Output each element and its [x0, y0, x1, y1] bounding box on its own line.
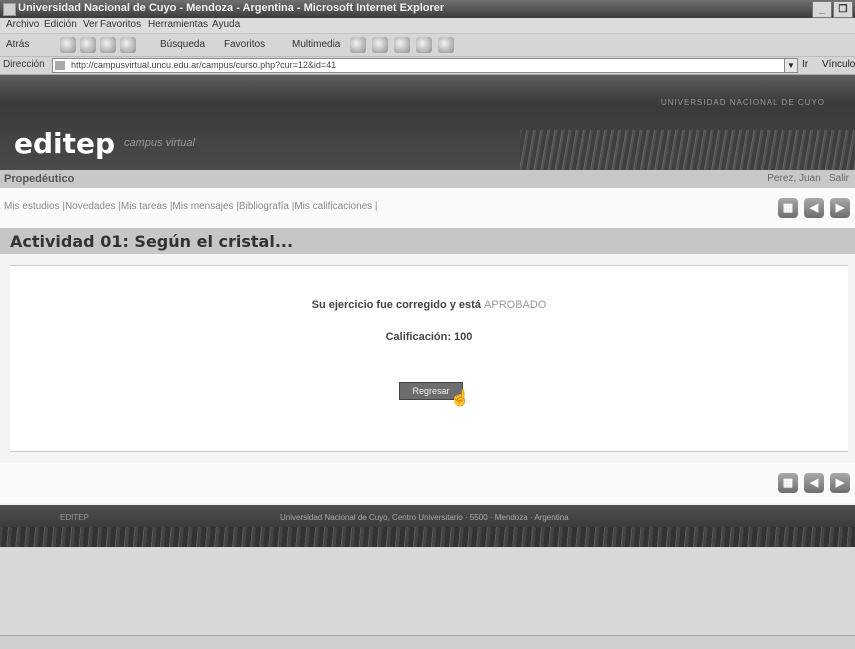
forward-icon[interactable] — [60, 37, 76, 53]
bottom-nav: ▦ ◀ ▶ — [0, 463, 855, 503]
status-badge: APROBADO — [484, 299, 547, 311]
prev-icon-bottom[interactable]: ◀ — [804, 473, 824, 493]
status-bar — [0, 635, 855, 649]
multimedia-button[interactable]: Multimedia — [292, 37, 340, 53]
hand-cursor-icon: ☝ — [450, 390, 470, 407]
score-text: Calificación: 100 — [385, 331, 473, 343]
search-button[interactable]: Búsqueda — [160, 37, 205, 53]
course-nav: Mis estudios |Novedades |Mis tareas |Mis… — [0, 188, 855, 229]
footer-address: Universidad Nacional de Cuyo, Centro Uni… — [280, 513, 569, 522]
menu-edicion[interactable]: Edición — [44, 19, 77, 30]
home-icon[interactable] — [120, 37, 136, 53]
activity-header: Actividad 01: Según el cristal... — [0, 228, 855, 254]
site-subtitle: campus virtual — [124, 137, 195, 149]
address-bar: Dirección http://campusvirtual.uncu.edu.… — [0, 57, 855, 75]
page-background — [0, 547, 855, 635]
site-footer: EDITEP Universidad Nacional de Cuyo, Cen… — [0, 505, 855, 547]
ie-icon — [3, 3, 16, 16]
refresh-icon[interactable] — [100, 37, 116, 53]
menu-favoritos[interactable]: Favoritos — [100, 19, 141, 30]
result-text: Su ejercicio fue corregido y está — [311, 299, 481, 311]
restore-button[interactable]: ❐ — [833, 1, 853, 18]
address-url: http://campusvirtual.uncu.edu.ar/campus/… — [71, 60, 337, 70]
address-dropdown-icon[interactable]: ▼ — [784, 58, 798, 73]
discuss-icon[interactable] — [438, 37, 454, 53]
favorites-button[interactable]: Favoritos — [224, 37, 265, 53]
user-info: Perez, Juan Salir — [767, 173, 849, 184]
menu-ver[interactable]: Ver — [83, 19, 98, 30]
result-panel: Su ejercicio fue corregido y está APROBA… — [10, 265, 848, 452]
index-icon-bottom[interactable]: ▦ — [778, 473, 798, 493]
history-icon[interactable] — [350, 37, 366, 53]
university-name: UNIVERSIDAD NACIONAL DE CUYO — [660, 98, 825, 107]
result-message: Su ejercicio fue corregido y está APROBA… — [10, 299, 848, 311]
index-icon[interactable]: ▦ — [778, 198, 798, 218]
web-page: UNIVERSIDAD NACIONAL DE CUYO editep camp… — [0, 75, 855, 635]
user-name: Perez, Juan — [767, 173, 821, 184]
activity-title: Actividad 01: Según el cristal... — [10, 232, 294, 251]
menu-archivo[interactable]: Archivo — [6, 19, 39, 30]
menu-herramientas[interactable]: Herramientas — [148, 19, 208, 30]
print-icon[interactable] — [394, 37, 410, 53]
footer-decoration — [0, 527, 855, 547]
header-decoration — [520, 130, 855, 170]
editep-logo[interactable]: editep — [14, 127, 115, 160]
nav-links[interactable]: Mis estudios |Novedades |Mis tareas |Mis… — [4, 201, 378, 212]
links-button[interactable]: Vínculos — [822, 59, 855, 70]
page-icon — [55, 61, 65, 70]
mail-icon[interactable] — [372, 37, 388, 53]
course-name[interactable]: Propedéutico — [4, 173, 74, 185]
prev-icon[interactable]: ◀ — [804, 198, 824, 218]
address-input[interactable]: http://campusvirtual.uncu.edu.ar/campus/… — [52, 58, 798, 73]
menu-ayuda[interactable]: Ayuda — [212, 19, 240, 30]
footer-logo: EDITEP — [60, 513, 89, 522]
browser-toolbar: Atrás Búsqueda Favoritos Multimedia — [0, 34, 855, 57]
next-icon[interactable]: ▶ — [830, 198, 850, 218]
site-header: UNIVERSIDAD NACIONAL DE CUYO editep camp… — [0, 75, 855, 170]
breadcrumb: Propedéutico Perez, Juan Salir — [0, 170, 855, 188]
next-icon-bottom[interactable]: ▶ — [830, 473, 850, 493]
menu-bar: Archivo Edición Ver Favoritos Herramient… — [0, 18, 855, 34]
back-button[interactable]: Atrás — [6, 37, 29, 53]
edit-icon[interactable] — [416, 37, 432, 53]
go-button[interactable]: Ir — [802, 59, 808, 70]
window-title-bar: Universidad Nacional de Cuyo - Mendoza -… — [0, 0, 855, 18]
address-label: Dirección — [3, 59, 45, 70]
minimize-button[interactable]: _ — [812, 1, 832, 18]
stop-icon[interactable] — [80, 37, 96, 53]
exit-link[interactable]: Salir — [829, 173, 849, 184]
window-title: Universidad Nacional de Cuyo - Mendoza -… — [18, 2, 445, 14]
